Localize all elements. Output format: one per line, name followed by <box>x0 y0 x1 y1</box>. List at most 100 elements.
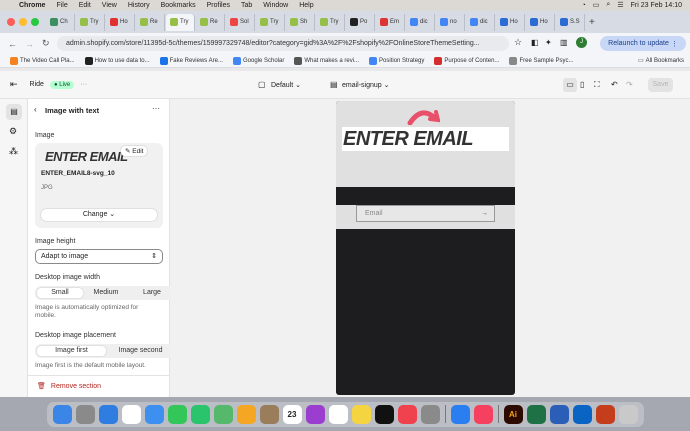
menu-profiles[interactable]: Profiles <box>207 2 230 9</box>
mobile-view-icon[interactable]: ▯ <box>580 80 584 89</box>
menu-bookmarks[interactable]: Bookmarks <box>161 2 196 9</box>
undo-icon[interactable]: ↶ <box>611 80 618 89</box>
tab-13[interactable]: no <box>436 13 465 31</box>
dock-settings-icon[interactable] <box>420 404 440 424</box>
dock-mail-icon[interactable] <box>144 404 164 424</box>
placement-option-second[interactable]: Image second <box>106 346 175 356</box>
back-chevron-icon[interactable]: ‹ <box>34 105 37 114</box>
tab-16[interactable]: Ho <box>526 13 555 31</box>
tab-7[interactable]: Try <box>256 13 285 31</box>
exit-icon[interactable]: ⇤ <box>10 79 18 90</box>
menu-help[interactable]: Help <box>299 2 313 9</box>
menu-tab[interactable]: Tab <box>241 2 252 9</box>
image-height-select[interactable]: Adapt to image ⇕ <box>35 249 163 264</box>
back-icon[interactable]: ← <box>8 39 17 49</box>
reload-icon[interactable]: ↻ <box>42 38 50 49</box>
dock-powerpoint-icon[interactable] <box>595 404 615 424</box>
remove-section-button[interactable]: 🗑 Remove section <box>37 382 101 391</box>
tab-11[interactable]: Em <box>376 13 405 31</box>
image-thumbnail[interactable]: ENTER EMAIL <box>45 149 128 164</box>
bookmark-1[interactable]: How to use data to... <box>84 56 150 65</box>
template-selector[interactable]: email-signup ⌄ <box>342 81 390 89</box>
bookmark-7[interactable]: Free Sample Psyc... <box>509 56 573 65</box>
control-center-icon[interactable]: ☰ <box>617 1 623 9</box>
dock-music-icon[interactable] <box>473 404 493 424</box>
dock-trash-icon[interactable] <box>618 404 638 424</box>
preview-image-block[interactable]: ENTER EMAIL <box>336 101 515 187</box>
dock-messages-icon[interactable] <box>167 404 187 424</box>
bookmark-3[interactable]: Google Scholar <box>232 56 284 65</box>
menu-window[interactable]: Window <box>263 2 288 9</box>
tab-15[interactable]: Ho <box>496 13 525 31</box>
fullscreen-icon[interactable]: ⛶ <box>594 80 600 90</box>
dock-finder-icon[interactable] <box>52 404 72 424</box>
extension-icon[interactable]: ◧ <box>531 38 539 47</box>
theme-selector[interactable]: Default ⌄ <box>271 81 301 89</box>
more-icon[interactable]: ··· <box>80 81 87 88</box>
forward-icon[interactable]: → <box>25 39 34 49</box>
dock-launchpad-icon[interactable] <box>75 404 95 424</box>
search-icon[interactable]: ⌕ <box>606 1 610 9</box>
clock[interactable]: Fri 23 Feb 14:10 <box>631 2 682 9</box>
width-option-large[interactable]: Large <box>129 288 175 298</box>
dock-notes-icon[interactable] <box>351 404 371 424</box>
dock-podcasts-icon[interactable] <box>305 404 325 424</box>
tab-10[interactable]: Po <box>346 13 375 31</box>
width-option-medium[interactable]: Medium <box>83 288 129 298</box>
zoom-window-button[interactable] <box>31 18 39 26</box>
extensions-icon[interactable]: ✦ <box>545 38 552 47</box>
more-icon[interactable]: ··· <box>152 104 160 113</box>
menu-history[interactable]: History <box>128 2 150 9</box>
dock-reminders-icon[interactable] <box>328 404 348 424</box>
dock-illustrator-icon[interactable]: Ai <box>503 404 523 424</box>
dock-safari-icon[interactable] <box>98 404 118 424</box>
store-name[interactable]: Ride <box>30 81 44 88</box>
sidepanel-icon[interactable]: ▥ <box>560 38 568 47</box>
tab-5[interactable]: Re <box>196 13 225 31</box>
dock-chrome-icon[interactable] <box>121 404 141 424</box>
dock-news-icon[interactable] <box>397 404 417 424</box>
tab-17[interactable]: S.S <box>556 13 585 31</box>
email-input[interactable]: Email → <box>356 205 495 222</box>
bookmark-4[interactable]: What makes a revi... <box>294 56 359 65</box>
submit-arrow-icon[interactable]: → <box>481 206 488 221</box>
bookmark-2[interactable]: Fake Reviews Are... <box>159 56 223 65</box>
bookmark-0[interactable]: The Video Call Pla... <box>10 56 75 65</box>
tab-14[interactable]: dic <box>466 13 495 31</box>
menu-file[interactable]: File <box>56 2 67 9</box>
profile-avatar[interactable]: J <box>576 37 587 48</box>
battery-icon[interactable]: ▭ <box>593 1 600 9</box>
dock-tv-icon[interactable] <box>374 404 394 424</box>
menu-view[interactable]: View <box>102 2 117 9</box>
menu-app-name[interactable]: Chrome <box>19 2 45 9</box>
tab-2[interactable]: Ho <box>106 13 135 31</box>
tab-9[interactable]: Try <box>316 13 345 31</box>
close-window-button[interactable] <box>7 18 15 26</box>
menu-edit[interactable]: Edit <box>79 2 91 9</box>
all-bookmarks[interactable]: ▭ All Bookmarks <box>638 57 684 65</box>
dock-app-store-icon[interactable] <box>450 404 470 424</box>
dock-word-icon[interactable] <box>549 404 569 424</box>
new-tab-button[interactable]: + <box>589 17 595 28</box>
change-button[interactable]: Change ⌄ <box>41 209 157 221</box>
bookmark-6[interactable]: Purpose of Conten... <box>434 56 499 65</box>
settings-icon[interactable]: ⚙ <box>9 126 17 137</box>
address-bar[interactable]: admin.shopify.com/store/11395d-5c/themes… <box>57 36 509 51</box>
tab-3[interactable]: Re <box>136 13 165 31</box>
dock-excel-icon[interactable] <box>526 404 546 424</box>
edit-button[interactable]: ✎ Edit <box>121 146 148 156</box>
relaunch-button[interactable]: Relaunch to update ⋮ <box>600 36 686 51</box>
minimize-window-button[interactable] <box>19 18 27 26</box>
desktop-view-icon[interactable]: ▭ <box>563 77 577 92</box>
tab-12[interactable]: dic <box>406 13 435 31</box>
tab-1[interactable]: Try <box>76 13 105 31</box>
tab-6[interactable]: Sol <box>226 13 255 31</box>
dock-whatsapp-icon[interactable] <box>190 404 210 424</box>
placement-option-first[interactable]: Image first <box>37 346 106 356</box>
wifi-icon[interactable]: ◔ <box>582 2 586 9</box>
dock-outlook-icon[interactable] <box>572 404 592 424</box>
dock-calendar-icon[interactable]: 23 <box>282 404 302 424</box>
tab-0[interactable]: Ch <box>46 13 75 31</box>
redo-icon[interactable]: ↷ <box>626 80 633 89</box>
star-icon[interactable]: ☆ <box>514 37 522 48</box>
